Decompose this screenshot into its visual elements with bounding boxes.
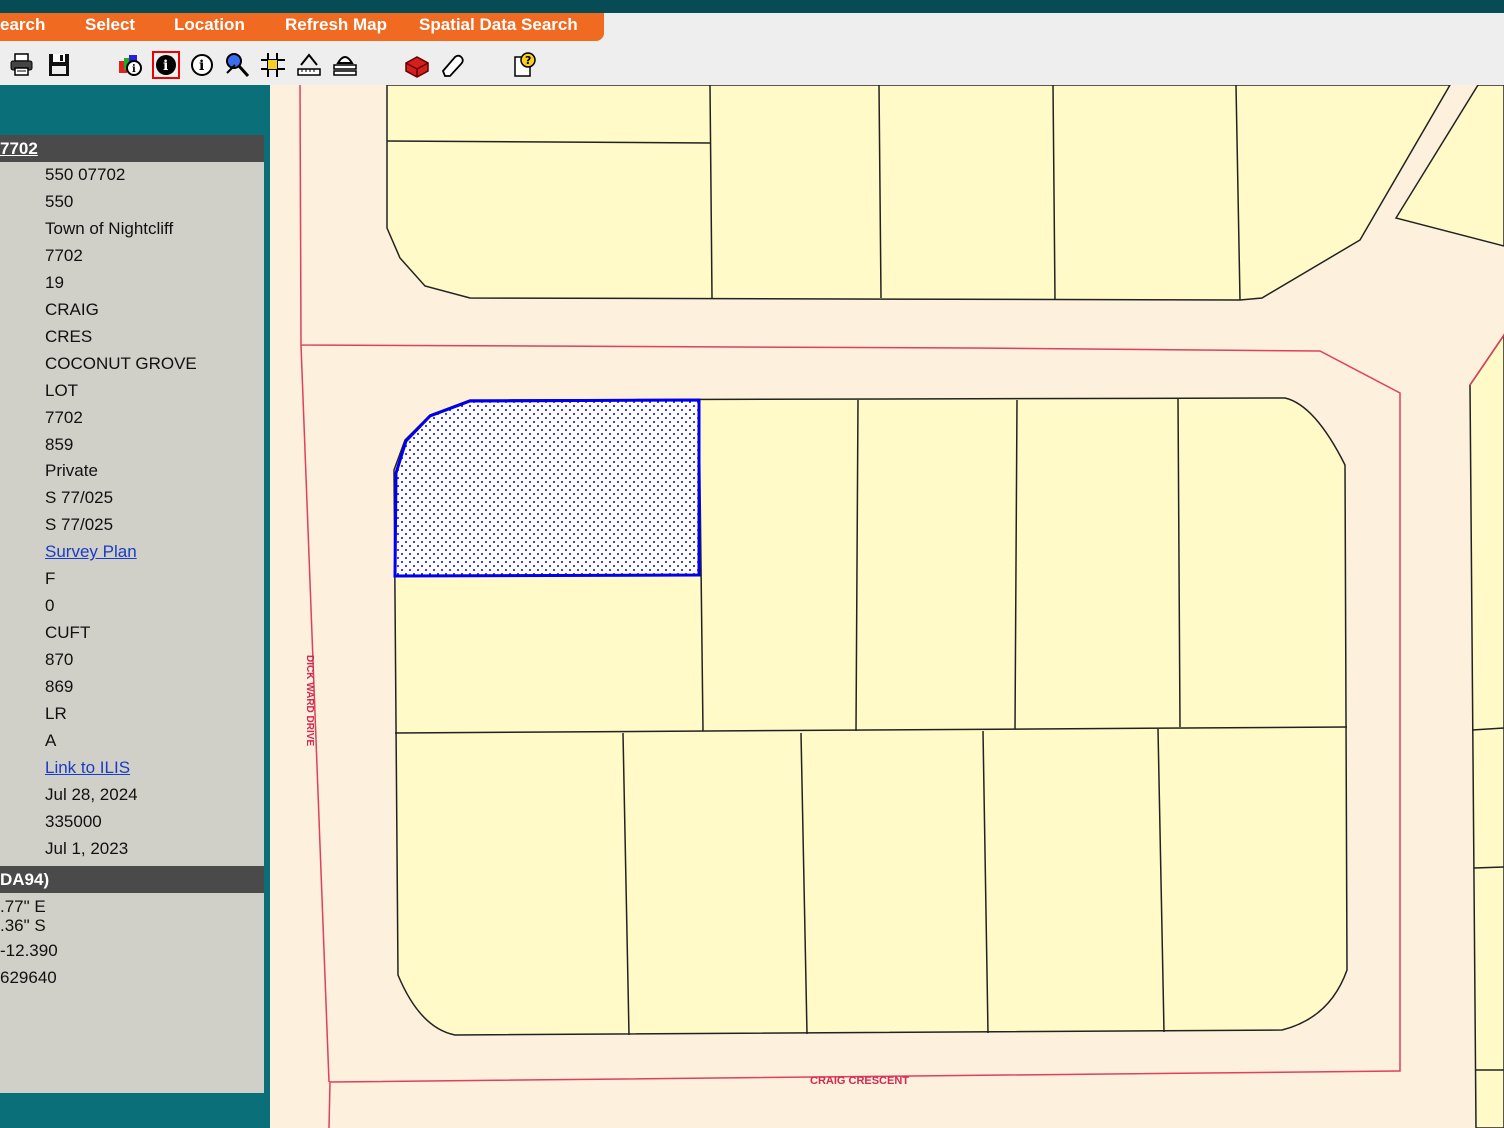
toolbox-icon[interactable] [403,51,431,79]
menu-search[interactable]: earch [0,15,45,35]
attr-ilis-link[interactable]: Link to ILIS [45,758,130,778]
menu-select[interactable]: Select [85,15,135,35]
grid-icon[interactable] [259,51,287,79]
attr-street-type: CRES [45,326,93,346]
street-label-south: CRAIG CRESCENT [810,1075,909,1087]
coordinates-header-label: DA94) [0,870,50,889]
menu-location[interactable]: Location [174,15,245,35]
menu-refresh-map[interactable]: Refresh Map [285,15,387,35]
eraser-icon[interactable] [439,51,467,79]
attr-folio-2: 869 [45,677,74,697]
print-icon[interactable] [8,51,36,79]
help-icon[interactable]: ? [511,51,539,79]
coord-latitude: .36" S [0,916,46,935]
measure-icon[interactable] [295,51,323,79]
attr-valuation-date: Jul 1, 2023 [45,838,129,858]
attr-register: LR [45,704,67,723]
selected-parcel[interactable] [393,398,701,578]
attr-suburb: COCONUT GROVE [45,353,197,373]
left-panel: 7702 550 07702 550 Town of Nightcliff 7702 1… [0,85,270,1128]
attr-parcel-number: 7702 [45,245,83,265]
coord-longitude: .77" E [0,897,46,916]
identify-results: 7702 550 07702 550 Town of Nightcliff 7702 1… [0,135,264,1093]
attr-street-name: CRAIG [45,299,99,319]
attr-street-number: 19 [45,272,64,292]
attr-area: 859 [45,434,74,454]
top-block [386,85,1451,301]
attr-lot-number: 550 [45,191,74,211]
toolbar: i i i ? [0,49,600,81]
attr-volume: 7702 [45,407,83,427]
attr-status: A [45,730,57,750]
svg-text:i: i [199,58,204,74]
attr-survey-ref-2: S 77/025 [45,515,114,535]
attr-parcel-type: LOT [45,380,79,400]
attr-survey-plan-link[interactable]: Survey Plan [45,542,137,562]
main-menu: earch Select Location Refresh Map Spatia… [0,13,604,41]
right-edge-block [1469,333,1504,1128]
svg-text:?: ? [525,54,531,67]
attr-survey-ref: S 77/025 [45,488,114,508]
attr-zone-flag: 0 [45,596,55,616]
attr-ownership: Private [45,461,98,481]
identify-icon[interactable]: i [152,51,180,79]
attr-town-name: Town of Nightcliff [45,218,174,238]
map-view[interactable]: DICK WARD DRIVE CRAIG CRESCENT [270,85,1504,1128]
coord-northing: 629640 [0,968,57,987]
attr-zone-code: F [45,569,56,589]
street-label-west: DICK WARD DRIVE [304,655,315,746]
layer-icon[interactable] [331,51,359,79]
menu-spatial-data-search[interactable]: Spatial Data Search [419,15,578,35]
multi-identify-icon[interactable]: i [116,51,144,79]
parcel-header-link[interactable]: 7702 [0,139,38,158]
top-strip [0,0,1504,13]
parcel-header: 7702 [0,135,264,162]
coord-decimal-lat: -12.390 [0,941,58,960]
svg-text:i: i [163,58,168,74]
attr-valuation: 335000 [45,811,102,831]
select-tool-icon[interactable] [223,51,251,79]
info-icon[interactable]: i [188,51,216,79]
attr-unit: CUFT [45,623,91,643]
svg-text:i: i [132,64,136,75]
menu-bar: earch Select Location Refresh Map Spatia… [0,13,1504,85]
attr-folio: 870 [45,650,74,670]
save-icon[interactable] [45,51,73,79]
attr-lot-town: 550 07702 [45,165,126,184]
coordinates-header: DA94) [0,866,264,893]
attr-update-date: Jul 28, 2024 [45,784,138,804]
